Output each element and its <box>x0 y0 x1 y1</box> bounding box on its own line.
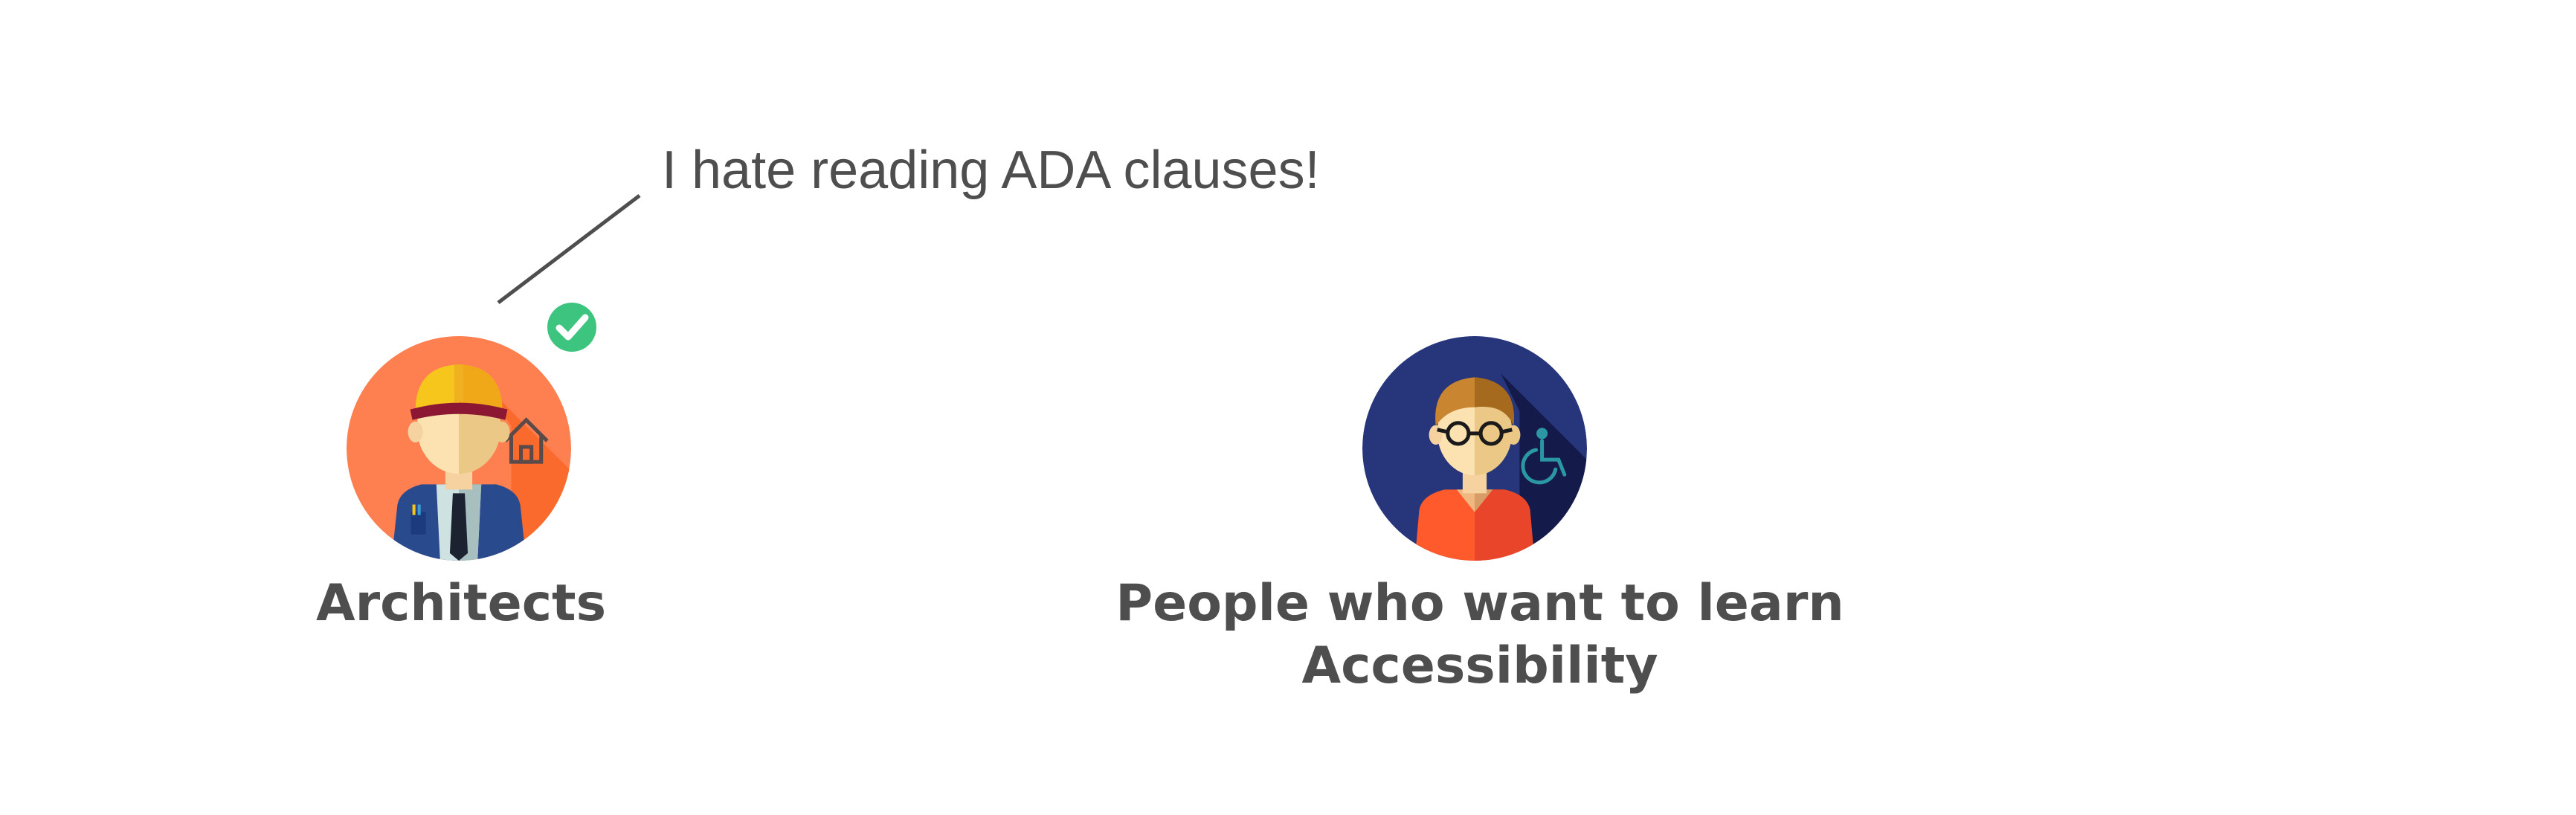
persona-label-accessibility-learners: People who want to learn Accessibility <box>1056 573 1904 698</box>
accessibility-learner-avatar <box>1362 336 1587 561</box>
persona-label-line: People who want to learn <box>1115 574 1844 633</box>
persona-label-architects: Architects <box>315 574 607 633</box>
slide-canvas: { "speech_bubble": { "text": "I hate rea… <box>0 0 2576 815</box>
speech-bubble-text: I hate reading ADA clauses! <box>662 141 1320 200</box>
callout-line <box>497 194 641 304</box>
architect-avatar <box>347 336 571 561</box>
persona-label-line: Accessibility <box>1301 637 1658 695</box>
